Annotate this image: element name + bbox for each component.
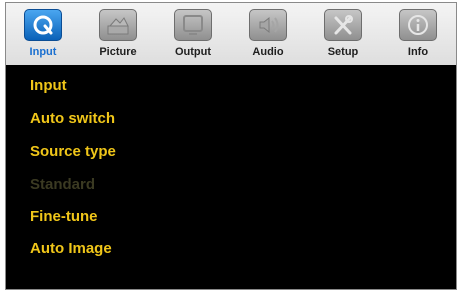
tab-label-setup: Setup — [327, 46, 359, 58]
menu-item-fine-tune[interactable]: Fine-tune — [30, 208, 98, 225]
tab-audio[interactable]: Audio — [235, 3, 301, 65]
output-icon — [174, 9, 212, 41]
osd-screen: Input Picture Output Audio Setup Info In… — [5, 2, 457, 290]
tab-label-audio: Audio — [252, 46, 284, 58]
tab-setup[interactable]: Setup — [310, 3, 376, 65]
tab-label-input: Input — [29, 46, 57, 58]
input-icon — [24, 9, 62, 41]
tab-label-picture: Picture — [99, 46, 137, 58]
menu-item-auto-switch[interactable]: Auto switch — [30, 110, 115, 127]
tab-label-output: Output — [174, 46, 212, 58]
tab-input[interactable]: Input — [10, 3, 76, 65]
tab-bar: Input Picture Output Audio Setup Info — [6, 3, 456, 65]
menu-item-auto-image[interactable]: Auto Image — [30, 240, 112, 257]
tab-label-info: Info — [407, 46, 429, 58]
menu-item-input[interactable]: Input — [30, 77, 67, 94]
menu-item-source-type[interactable]: Source type — [30, 143, 116, 160]
info-icon — [399, 9, 437, 41]
tab-picture[interactable]: Picture — [85, 3, 151, 65]
tab-output[interactable]: Output — [160, 3, 226, 65]
tab-info[interactable]: Info — [385, 3, 451, 65]
audio-icon — [249, 9, 287, 41]
picture-icon — [99, 9, 137, 41]
menu-item-standard: Standard — [30, 176, 96, 193]
setup-icon — [324, 9, 362, 41]
